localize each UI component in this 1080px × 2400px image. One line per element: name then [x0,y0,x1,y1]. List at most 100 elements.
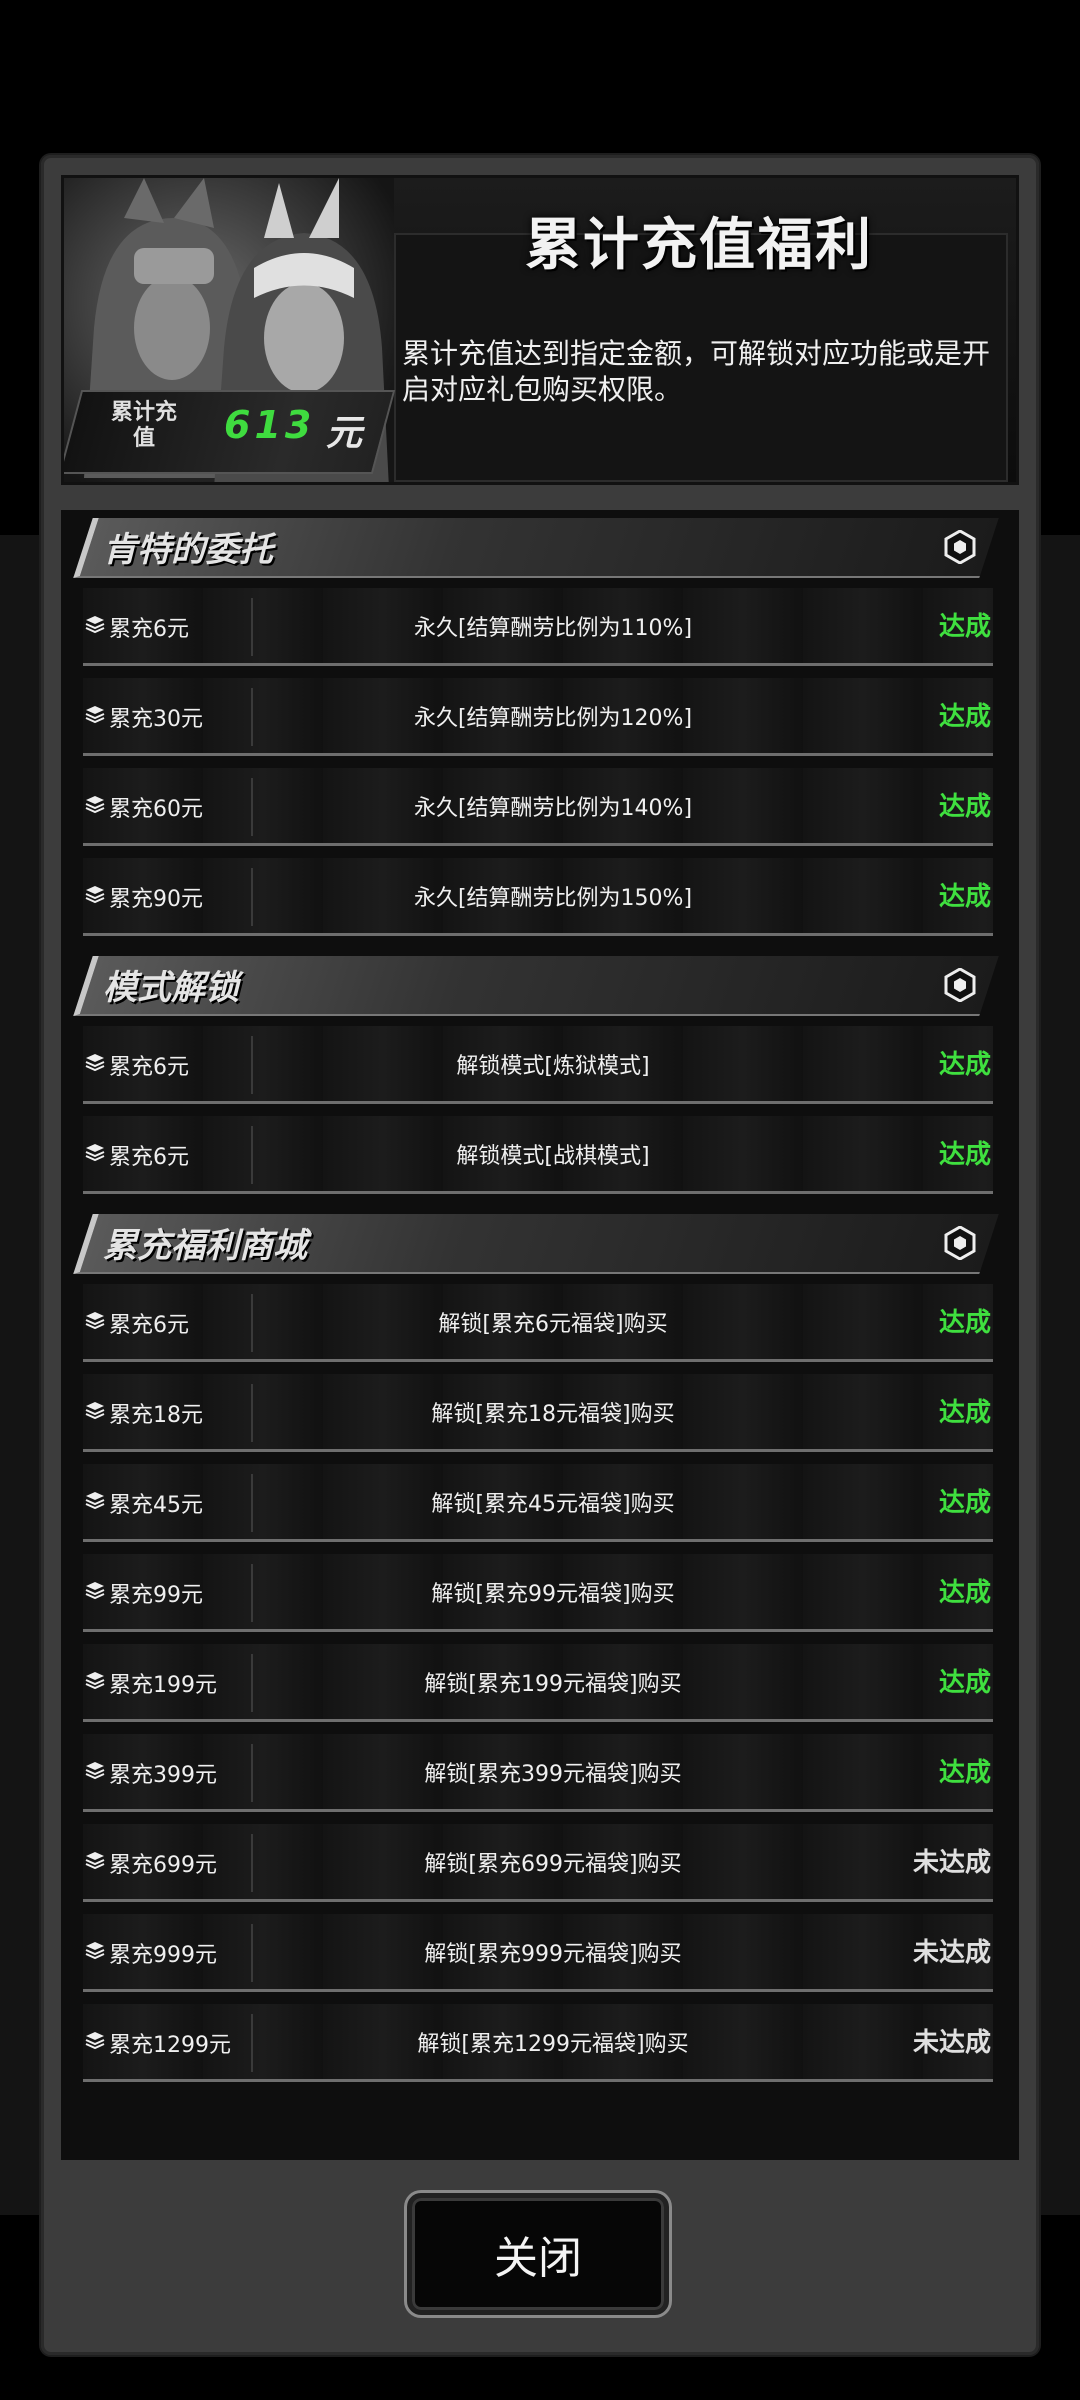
requirement-label: 累充99元 [109,1583,203,1608]
reward-row: 累充6元 解锁[累充6元福袋]购买 达成 [83,1284,993,1362]
reward-row: 累充6元 解锁模式[战棋模式] 达成 [83,1116,993,1194]
status-badge: 达成 [938,1488,991,1518]
reward-description: 解锁[累充18元福袋]购买 [431,1402,675,1427]
layers-icon [85,1142,105,1168]
layers-icon [85,884,105,910]
section-header: 模式解锁 [73,950,999,1020]
reward-description: 解锁[累充699元福袋]购买 [424,1852,682,1877]
requirement-label: 累充6元 [109,1145,189,1170]
reward-description: 永久[结算酬劳比例为150%] [413,886,693,911]
requirement: 累充18元 [85,1396,203,1430]
layers-icon [85,1850,105,1876]
recharge-welfare-dialog: 累计充值福利 累计充值达到指定金额，可解锁对应功能或是开启对应礼包购买权限。 累… [41,155,1039,2355]
requirement: 累充399元 [85,1756,217,1790]
dialog-header: 累计充值福利 累计充值达到指定金额，可解锁对应功能或是开启对应礼包购买权限。 累… [61,175,1019,485]
requirement-label: 累充60元 [109,797,203,822]
status-badge: 未达成 [912,2028,991,2058]
requirement-label: 累充6元 [109,1313,189,1338]
requirement-label: 累充999元 [109,1943,217,1968]
reward-description: 解锁模式[炼狱模式] [456,1054,650,1079]
requirement: 累充45元 [85,1486,203,1520]
requirement: 累充6元 [85,1306,189,1340]
status-badge: 达成 [938,1140,991,1170]
page-title: 累计充值福利 [525,213,873,278]
status-badge: 达成 [938,1050,991,1080]
requirement-label: 累充199元 [109,1673,217,1698]
status-badge: 达成 [938,792,991,822]
requirement-label: 累充399元 [109,1763,217,1788]
reward-row: 累充99元 解锁[累充99元福袋]购买 达成 [83,1554,993,1632]
status-badge: 达成 [938,882,991,912]
section-header: 累充福利商城 [73,1208,999,1278]
requirement-label: 累充30元 [109,707,203,732]
reward-row: 累充90元 永久[结算酬劳比例为150%] 达成 [83,858,993,936]
layers-icon [85,2030,105,2056]
reward-description: 解锁[累充399元福袋]购买 [424,1762,682,1787]
status-badge: 达成 [938,1578,991,1608]
reward-row: 累充699元 解锁[累充699元福袋]购买 未达成 [83,1824,993,1902]
status-badge: 达成 [938,1758,991,1788]
requirement-label: 累充1299元 [109,2033,231,2058]
status-badge: 达成 [938,1308,991,1338]
requirement: 累充99元 [85,1576,203,1610]
requirement-label: 累充6元 [109,617,189,642]
reward-description: 永久[结算酬劳比例为120%] [413,706,693,731]
requirement: 累充6元 [85,1048,189,1082]
layers-icon [85,1670,105,1696]
status-badge: 达成 [938,1668,991,1698]
reward-row: 累充1299元 解锁[累充1299元福袋]购买 未达成 [83,2004,993,2082]
hexagon-icon[interactable] [943,967,977,1003]
reward-description: 解锁[累充6元福袋]购买 [438,1312,668,1337]
reward-row: 累充18元 解锁[累充18元福袋]购买 达成 [83,1374,993,1452]
requirement: 累充999元 [85,1936,217,1970]
hexagon-icon[interactable] [943,1225,977,1261]
requirement: 累充30元 [85,700,203,734]
close-button[interactable]: 关闭 [407,2193,669,2315]
reward-list[interactable]: 肯特的委托 累充6元 永久[结算酬劳比例为110%] 达成 累充30元 永久[结算酬劳比例… [61,510,1019,2160]
requirement-label: 累充18元 [109,1403,203,1428]
reward-row: 累充30元 永久[结算酬劳比例为120%] 达成 [83,678,993,756]
layers-icon [85,1760,105,1786]
reward-description: 解锁[累充1299元福袋]购买 [417,2032,689,2057]
layers-icon [85,1580,105,1606]
status-badge: 达成 [938,702,991,732]
reward-description: 解锁[累充99元福袋]购买 [431,1582,675,1607]
section-title: 肯特的委托 [103,530,273,570]
status-badge: 达成 [938,612,991,642]
requirement-label: 累充45元 [109,1493,203,1518]
layers-icon [85,1490,105,1516]
reward-row: 累充60元 永久[结算酬劳比例为140%] 达成 [83,768,993,846]
requirement: 累充699元 [85,1846,217,1880]
reward-row: 累充6元 解锁模式[炼狱模式] 达成 [83,1026,993,1104]
reward-row: 累充45元 解锁[累充45元福袋]购买 达成 [83,1464,993,1542]
requirement-label: 累充699元 [109,1853,217,1878]
requirement: 累充6元 [85,1138,189,1172]
requirement-label: 累充6元 [109,1055,189,1080]
hexagon-icon[interactable] [943,529,977,565]
reward-row: 累充999元 解锁[累充999元福袋]购买 未达成 [83,1914,993,1992]
reward-description: 永久[结算酬劳比例为110%] [413,616,693,641]
requirement: 累充6元 [85,610,189,644]
reward-row: 累充199元 解锁[累充199元福袋]购买 达成 [83,1644,993,1722]
recharge-total-unit: 元 [326,413,363,454]
reward-description: 解锁[累充45元福袋]购买 [431,1492,675,1517]
reward-description: 解锁[累充199元福袋]购买 [424,1672,682,1697]
reward-description: 解锁[累充999元福袋]购买 [424,1942,682,1967]
requirement: 累充199元 [85,1666,217,1700]
layers-icon [85,614,105,640]
requirement: 累充90元 [85,880,203,914]
layers-icon [85,1940,105,1966]
recharge-total-value: 613 [224,403,316,447]
requirement: 累充1299元 [85,2026,231,2060]
status-badge: 未达成 [912,1938,991,1968]
reward-description: 解锁模式[战棋模式] [456,1144,650,1169]
reward-row: 累充6元 永久[结算酬劳比例为110%] 达成 [83,588,993,666]
status-badge: 达成 [938,1398,991,1428]
header-description: 累计充值达到指定金额，可解锁对应功能或是开启对应礼包购买权限。 [402,337,991,406]
reward-row: 累充399元 解锁[累充399元福袋]购买 达成 [83,1734,993,1812]
section-header: 肯特的委托 [73,512,999,582]
layers-icon [85,704,105,730]
recharge-total-label: 累计充值 [110,400,177,451]
requirement-label: 累充90元 [109,887,203,912]
layers-icon [85,1400,105,1426]
